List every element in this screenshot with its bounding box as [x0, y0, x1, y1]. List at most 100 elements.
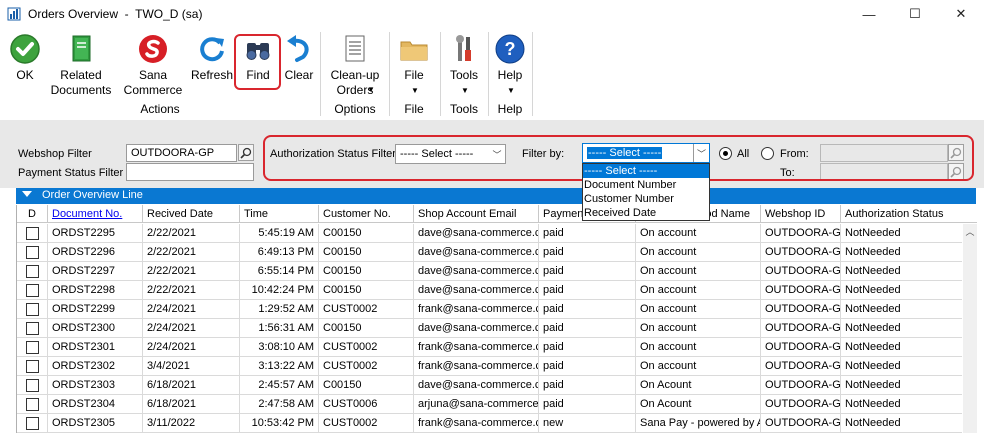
document-no-cell: ORDST2303	[47, 376, 142, 395]
column-header-authorization-status[interactable]: Authorization Status	[840, 205, 977, 223]
document-no-cell: ORDST2300	[47, 319, 142, 338]
received-date-cell: 3/11/2022	[142, 414, 239, 433]
table-row[interactable]: ORDST2297 2/22/2021 6:55:14 PM C00150 dave@s…	[17, 262, 962, 281]
webshop-id-cell: OUTDOORA-G	[760, 243, 840, 262]
row-checkbox[interactable]	[26, 303, 39, 316]
clear-button[interactable]: Clear	[282, 30, 316, 116]
help-dropdown-icon: ▼	[507, 86, 515, 95]
table-row[interactable]: ORDST2303 6/18/2021 2:45:57 AM C00150 dave@s…	[17, 376, 962, 395]
table-row[interactable]: ORDST2299 2/24/2021 1:29:52 AM CUST0002 fran…	[17, 300, 962, 319]
email-cell: dave@sana-commerce.c	[413, 319, 538, 338]
authorization-status-cell: NotNeeded	[840, 414, 962, 433]
table-row[interactable]: ORDST2296 2/22/2021 6:49:13 PM C00150 dave@s…	[17, 243, 962, 262]
column-header-document-no[interactable]: Document No.	[47, 205, 142, 223]
row-checkbox[interactable]	[26, 265, 39, 278]
webshop-id-cell: OUTDOORA-G	[760, 357, 840, 376]
table-row[interactable]: ORDST2302 3/4/2021 3:13:22 AM CUST0002 frank…	[17, 357, 962, 376]
payment-status-cell: paid	[538, 281, 635, 300]
window-title: Orders Overview - TWO_D (sa)	[28, 7, 203, 21]
close-button[interactable]: ✕	[938, 0, 984, 28]
document-no-cell: ORDST2299	[47, 300, 142, 319]
dropdown-option-received-date[interactable]: Received Date	[583, 206, 709, 220]
dropdown-option-select[interactable]: ----- Select -----	[583, 164, 709, 178]
file-group-label: File	[404, 102, 424, 116]
minimize-button[interactable]: —	[846, 0, 892, 28]
search-icon	[240, 147, 252, 159]
ribbon-separator	[532, 32, 533, 116]
document-no-cell: ORDST2296	[47, 243, 142, 262]
row-checkbox[interactable]	[26, 379, 39, 392]
scroll-up-icon[interactable]: ︿	[963, 224, 977, 238]
payment-method-cell: On account	[635, 338, 760, 357]
payment-status-cell: paid	[538, 338, 635, 357]
check-circle-icon	[9, 33, 41, 65]
customer-no-cell: CUST0002	[318, 414, 413, 433]
related-documents-button[interactable]: Related Documents	[48, 30, 114, 116]
payment-status-cell: paid	[538, 376, 635, 395]
column-header-received-date[interactable]: Recived Date	[142, 205, 239, 223]
column-header-webshop-id[interactable]: Webshop ID	[760, 205, 840, 223]
row-checkbox[interactable]	[26, 398, 39, 411]
payment-method-cell: On account	[635, 281, 760, 300]
received-date-cell: 6/18/2021	[142, 395, 239, 414]
customer-no-cell: C00150	[318, 224, 413, 243]
payment-method-cell: Sana Pay - powered by A	[635, 414, 760, 433]
time-cell: 10:42:24 PM	[239, 281, 318, 300]
payment-method-cell: On Acount	[635, 376, 760, 395]
email-cell: dave@sana-commerce.c	[413, 224, 538, 243]
dropdown-option-customer-number[interactable]: Customer Number	[583, 192, 709, 206]
ok-label: OK	[16, 68, 34, 82]
row-checkbox[interactable]	[26, 417, 39, 430]
row-checkbox[interactable]	[26, 341, 39, 354]
table-row[interactable]: ORDST2305 3/11/2022 10:53:42 PM CUST0002 fra…	[17, 414, 962, 433]
authorization-status-cell: NotNeeded	[840, 262, 962, 281]
file-dropdown-icon: ▼	[411, 86, 419, 95]
received-date-cell: 3/4/2021	[142, 357, 239, 376]
row-checkbox[interactable]	[26, 322, 39, 335]
payment-status-input[interactable]	[126, 163, 254, 181]
authorization-status-cell: NotNeeded	[840, 300, 962, 319]
payment-status-cell: paid	[538, 224, 635, 243]
customer-no-cell: CUST0002	[318, 338, 413, 357]
column-header-customer-no[interactable]: Customer No.	[318, 205, 413, 223]
time-cell: 3:08:10 AM	[239, 338, 318, 357]
webshop-lookup-button[interactable]	[238, 144, 254, 161]
time-cell: 5:45:19 AM	[239, 224, 318, 243]
clear-label: Clear	[284, 68, 314, 82]
payment-method-cell: On account	[635, 262, 760, 281]
maximize-button[interactable]: ☐	[892, 0, 938, 28]
sana-commerce-label: Sana Commerce	[123, 68, 183, 97]
dropdown-option-document-number[interactable]: Document Number	[583, 178, 709, 192]
row-checkbox[interactable]	[26, 246, 39, 259]
column-header-shop-account-email[interactable]: Shop Account Email	[413, 205, 538, 223]
email-cell: frank@sana-commerce.c	[413, 414, 538, 433]
table-row[interactable]: ORDST2300 2/24/2021 1:56:31 AM C00150 dave@s…	[17, 319, 962, 338]
webshop-id-cell: OUTDOORA-G	[760, 300, 840, 319]
row-checkbox[interactable]	[26, 284, 39, 297]
document-no-cell: ORDST2301	[47, 338, 142, 357]
app-icon	[7, 7, 21, 21]
table-row[interactable]: ORDST2298 2/22/2021 10:42:24 PM C00150 dave@…	[17, 281, 962, 300]
authorization-status-cell: NotNeeded	[840, 357, 962, 376]
row-checkbox[interactable]	[26, 227, 39, 240]
webshop-filter-input[interactable]: OUTDOORA-GP	[126, 144, 237, 162]
ribbon-separator	[440, 32, 441, 116]
ok-button[interactable]: OK	[6, 30, 44, 116]
vertical-scrollbar[interactable]: ︿	[963, 224, 977, 433]
help-label: Help	[497, 68, 523, 82]
time-cell: 6:49:13 PM	[239, 243, 318, 262]
customer-no-cell: C00150	[318, 376, 413, 395]
time-cell: 1:29:52 AM	[239, 300, 318, 319]
order-overview-section-header[interactable]: Order Overview Line	[16, 188, 976, 204]
column-header-time[interactable]: Time	[239, 205, 318, 223]
table-row[interactable]: ORDST2301 2/24/2021 3:08:10 AM CUST0002 fran…	[17, 338, 962, 357]
payment-method-cell: On account	[635, 224, 760, 243]
file-label: File	[404, 68, 424, 82]
column-header-d[interactable]: D	[17, 205, 47, 223]
customer-no-cell: C00150	[318, 262, 413, 281]
table-row[interactable]: ORDST2304 6/18/2021 2:47:58 AM CUST0006 arju…	[17, 395, 962, 414]
row-checkbox[interactable]	[26, 360, 39, 373]
payment-status-cell: paid	[538, 319, 635, 338]
customer-no-cell: CUST0006	[318, 395, 413, 414]
table-row[interactable]: ORDST2295 2/22/2021 5:45:19 AM C00150 dave@s…	[17, 224, 962, 243]
